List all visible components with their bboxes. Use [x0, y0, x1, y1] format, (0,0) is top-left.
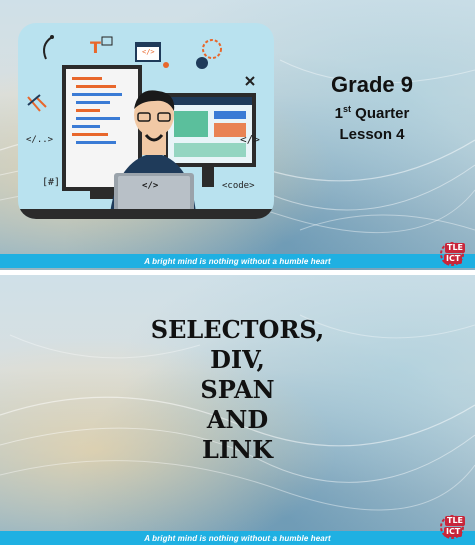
quarter-suffix: st: [342, 104, 351, 114]
logo-bottom-text: ICT: [444, 527, 463, 537]
title-line: LINK: [202, 435, 273, 464]
tle-ict-logo: TLE ICT: [438, 513, 466, 541]
laptop-code-tag: </>: [142, 181, 159, 191]
tle-ict-logo: TLE ICT: [438, 240, 466, 268]
lesson-label: Lesson 4: [339, 126, 405, 143]
svg-text:T: T: [90, 38, 101, 57]
title-line: AND: [206, 405, 269, 434]
title-line: SPAN: [200, 375, 275, 404]
hash-tag: [#]: [42, 177, 61, 188]
grade-label: Grade 9: [331, 72, 413, 97]
motto-text: A bright mind is nothing without a humbl…: [144, 256, 331, 266]
motto-footer-bar: A bright mind is nothing without a humbl…: [0, 254, 475, 268]
code-tag-right: </>: [240, 133, 260, 146]
code-tag-left: </..>: [26, 135, 54, 145]
logo-bottom-text: ICT: [444, 254, 463, 264]
topic-title: SELECTORS, DIV, SPAN AND LINK: [0, 315, 475, 465]
logo-top-text: TLE: [445, 516, 466, 526]
title-line: SELECTORS,: [150, 315, 325, 344]
slide-topic-title: SELECTORS, DIV, SPAN AND LINK A bright m…: [0, 275, 475, 545]
code-word: <code>: [222, 181, 255, 191]
quarter-word: Quarter: [355, 105, 410, 122]
window-code-tag: </>: [142, 48, 155, 56]
motto-footer-bar: A bright mind is nothing without a humbl…: [0, 531, 475, 545]
quarter-number: 1: [334, 105, 343, 122]
title-line: DIV,: [210, 345, 265, 374]
lesson-title-block: Grade 9 1st Quarter Lesson 4: [292, 72, 452, 143]
programmer-illustration: T </..> [#] </> </> <code> </>: [18, 23, 274, 219]
logo-top-text: TLE: [445, 243, 466, 253]
slide-title-grade: T </..> [#] </> </> <code> </> Grade 9 1…: [0, 0, 475, 270]
motto-text: A bright mind is nothing without a humbl…: [144, 533, 331, 543]
quarter-label: 1st Quarter: [292, 104, 452, 122]
